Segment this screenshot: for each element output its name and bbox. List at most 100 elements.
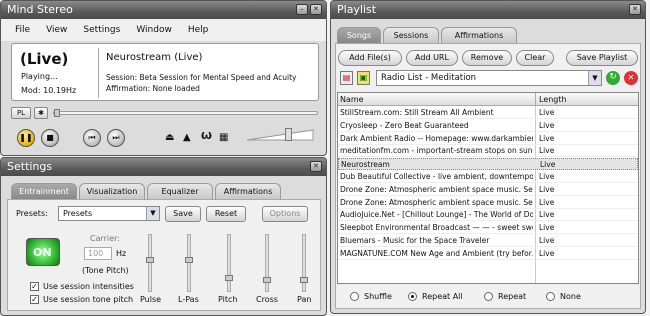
player-titlebar[interactable]: Mind Stereo – ✕ (1, 1, 326, 19)
playlist-titlebar[interactable]: Playlist ✕ (331, 1, 645, 19)
table-row[interactable]: Neurostream Live (338, 158, 638, 171)
row-name: AudioJuice.Net - [Chillout Lounge] - The… (340, 210, 533, 220)
reset-button[interactable]: Reset (206, 206, 246, 222)
slider-label-pan: Pan (297, 295, 312, 304)
radio-repeat[interactable] (484, 292, 493, 301)
chevron-down-icon[interactable]: ▼ (588, 71, 601, 85)
row-name: meditationfm.com - important-stream stop… (340, 146, 533, 156)
row-length: Live (539, 108, 555, 117)
table-row[interactable]: MAGNATUNE.COM New Age and Ambient (try b… (338, 248, 638, 260)
pl-button[interactable]: PL (11, 107, 31, 119)
previous-button[interactable]: ⏮ (83, 129, 101, 147)
equalizer-icon[interactable]: ▲ (183, 132, 191, 143)
minimize-icon[interactable]: – (296, 4, 308, 15)
table-row[interactable]: StillStream.com: Still Stream All Ambien… (338, 107, 638, 119)
playlist-folder-icon[interactable]: ▣ (357, 71, 370, 85)
radio-shuffle[interactable] (350, 292, 359, 301)
settings-icon[interactable]: ▦ (219, 132, 228, 143)
table-row[interactable]: AudioJuice.Net - [Chillout Lounge] - The… (338, 209, 638, 222)
delete-icon[interactable]: ✕ (624, 71, 638, 85)
radio-shuffle-label: Shuffle (364, 292, 392, 301)
tab-affirmations[interactable]: Affirmations (215, 183, 281, 199)
slider-cross[interactable] (263, 234, 271, 292)
row-length: Live (540, 160, 556, 170)
session-intensities-label: Use session intensities (43, 282, 134, 291)
tab-visualization[interactable]: Visualization (79, 183, 145, 199)
save-button[interactable]: Save (165, 206, 201, 222)
seek-thumb[interactable] (54, 109, 60, 117)
radio-none[interactable] (546, 292, 555, 301)
menu-file[interactable]: File (15, 25, 30, 35)
options-button[interactable]: Options (262, 206, 308, 222)
affirmation-text: Affirmation: None loaded (106, 84, 200, 93)
slider-pan[interactable] (300, 234, 308, 292)
slider-thumb[interactable] (263, 277, 271, 283)
table-row[interactable]: Sleepbot Environmental Broadcast — — - s… (338, 222, 638, 235)
tab-songs[interactable]: Songs (337, 27, 381, 43)
on-toggle[interactable]: ON (26, 238, 60, 266)
row-name: Drone Zone: Atmospheric ambient space mu… (340, 197, 533, 207)
table-row[interactable]: Dark Ambient Radio -- Homepage: www.dark… (338, 133, 638, 145)
save-playlist-button[interactable]: Save Playlist (566, 50, 638, 66)
table-row[interactable]: Dub Beautiful Collective - live ambient,… (338, 171, 638, 183)
menu-settings[interactable]: Settings (83, 25, 120, 35)
waveform-icon[interactable]: Ѡ (201, 131, 212, 142)
refresh-icon[interactable]: ↻ (606, 71, 620, 85)
tab-affirmations[interactable]: Affirmations (441, 27, 517, 43)
radio-repeat-label: Repeat (498, 292, 527, 301)
slider-thumb[interactable] (185, 257, 193, 263)
playlist-select[interactable]: Radio List - Meditation ▼ (376, 70, 602, 86)
session-intensities-checkbox[interactable]: ✓ (30, 282, 39, 291)
slider-pitch[interactable] (225, 234, 233, 292)
add-url-button[interactable]: Add URL (406, 50, 458, 66)
menu-help[interactable]: Help (188, 25, 209, 35)
table-row[interactable]: Bluemars - Music for the Space Traveler L… (338, 235, 638, 247)
session-tone-pitch-label: Use session tone pitch (43, 295, 134, 304)
volume-thumb[interactable] (285, 128, 292, 141)
settings-titlebar[interactable]: Settings ✕ (1, 158, 326, 176)
table-row[interactable]: meditationfm.com - important-stream stop… (338, 145, 638, 158)
slider-lpas[interactable] (185, 234, 193, 292)
row-name: Dub Beautiful Collective - live ambient,… (340, 172, 533, 181)
menu-window[interactable]: Window (136, 25, 172, 35)
playlist-file-icon[interactable]: ▤ (340, 71, 353, 85)
next-button[interactable]: ⏭ (107, 129, 125, 147)
col-length-header[interactable]: Length (539, 95, 567, 104)
row-length: Live (539, 172, 555, 181)
menu-view[interactable]: View (46, 25, 67, 35)
close-icon[interactable]: ✕ (310, 161, 322, 172)
radio-repeat-all[interactable] (408, 292, 417, 301)
add-files-button[interactable]: Add File(s) (338, 50, 402, 66)
presets-select[interactable]: Presets ▼ (58, 206, 160, 221)
player-window-controls: – ✕ (296, 4, 322, 15)
slider-thumb[interactable] (225, 275, 233, 281)
volume-ramp-icon (246, 129, 314, 141)
slider-thumb[interactable] (300, 277, 308, 283)
table-row[interactable]: Cryosleep - Zero Beat Guaranteed Live (338, 120, 638, 132)
slider-thumb[interactable] (146, 257, 154, 263)
slider-pulse[interactable] (146, 234, 154, 292)
carrier-input[interactable]: 100 (84, 247, 112, 260)
tab-equalizer[interactable]: Equalizer (147, 183, 213, 199)
session-text: Session: Beta Session for Mental Speed a… (106, 73, 297, 82)
chevron-down-icon[interactable]: ▼ (146, 207, 159, 220)
col-name-header[interactable]: Name (340, 95, 364, 104)
stop-button[interactable]: ■ (41, 129, 59, 147)
pause-button[interactable]: ❚❚ (17, 129, 35, 147)
tab-sessions[interactable]: Sessions (383, 27, 439, 43)
star-button[interactable]: ✱ (34, 107, 48, 119)
slider-label-pitch: Pitch (218, 295, 238, 304)
presets-label: Presets: (16, 209, 48, 218)
table-row[interactable]: Drone Zone: Atmospheric ambient space mu… (338, 184, 638, 196)
seek-bar[interactable] (53, 109, 318, 117)
eject-icon[interactable]: ⏏ (165, 132, 174, 143)
table-row[interactable]: Drone Zone: Atmospheric ambient space mu… (338, 197, 638, 209)
clear-button[interactable]: Clear (516, 50, 554, 66)
session-tone-pitch-checkbox[interactable]: ✓ (30, 295, 39, 304)
volume-slider[interactable] (245, 128, 315, 142)
close-icon[interactable]: ✕ (629, 4, 641, 15)
settings-window: Settings ✕ Entrainment Visualization Equ… (0, 157, 327, 316)
remove-button[interactable]: Remove (462, 50, 512, 66)
close-icon[interactable]: ✕ (310, 4, 322, 15)
tab-entrainment[interactable]: Entrainment (11, 183, 77, 199)
